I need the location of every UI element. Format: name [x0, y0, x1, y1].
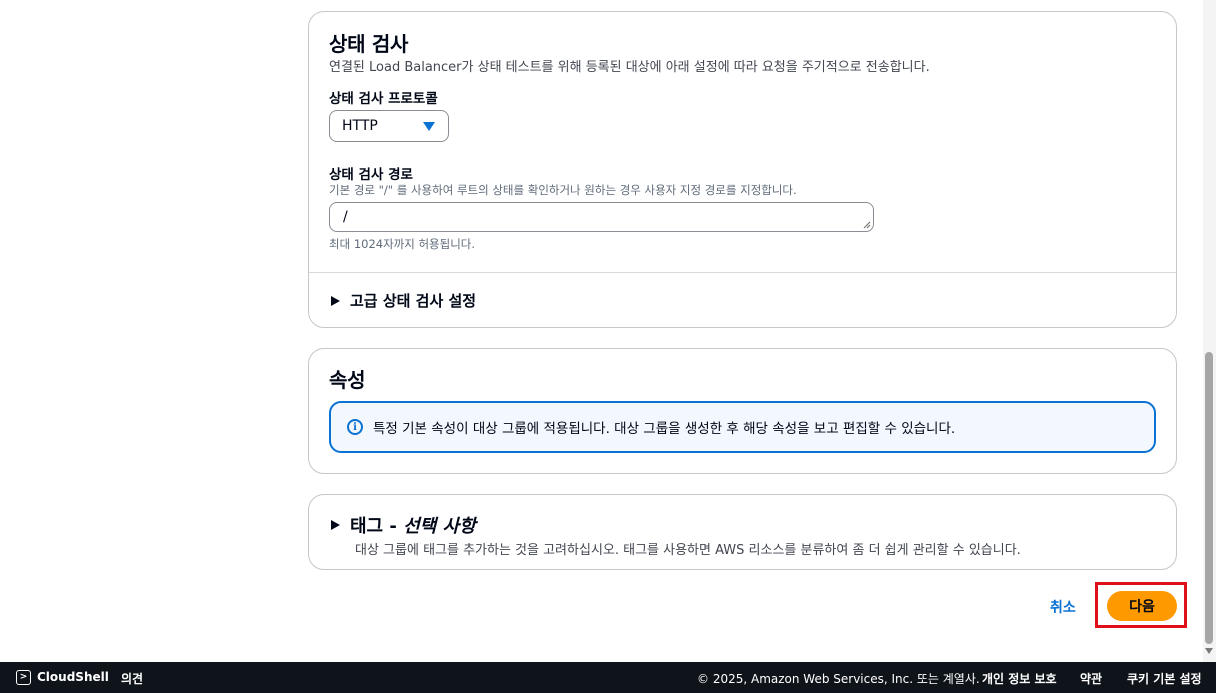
copyright-text: © 2025, Amazon Web Services, Inc. 또는 계열사…: [697, 672, 980, 686]
next-button[interactable]: 다음: [1107, 591, 1177, 621]
health-check-path-input[interactable]: /: [329, 202, 874, 232]
health-check-path-label: 상태 검사 경로: [329, 167, 413, 183]
attributes-title: 속성: [329, 368, 366, 392]
privacy-link[interactable]: 개인 정보 보호: [982, 670, 1057, 687]
info-icon: i: [347, 419, 363, 435]
health-check-title: 상태 검사: [329, 32, 409, 56]
attributes-info-alert: i 특정 기본 속성이 대상 그룹에 적용됩니다. 대상 그룹을 생성한 후 해…: [329, 401, 1156, 453]
feedback-link[interactable]: 의견: [121, 670, 143, 687]
scrollbar-thumb[interactable]: [1205, 352, 1213, 644]
health-check-path-constraint: 최대 1024자까지 허용됩니다.: [329, 237, 476, 251]
advanced-health-check-label: 고급 상태 검사 설정: [350, 292, 477, 310]
caret-right-icon: [331, 295, 340, 306]
terms-link[interactable]: 약관: [1080, 670, 1102, 687]
attributes-info-text: 특정 기본 속성이 대상 그룹에 적용됩니다. 대상 그룹을 생성한 후 해당 …: [373, 421, 956, 437]
health-check-protocol-label: 상태 검사 프로토콜: [329, 91, 438, 107]
cloudshell-link[interactable]: CloudShell: [37, 670, 109, 684]
cookie-preferences-link[interactable]: 쿠키 기본 설정: [1127, 670, 1202, 687]
tags-panel: 태그 - 선택 사항 대상 그룹에 태그를 추가하는 것을 고려하십시오. 태그…: [308, 494, 1177, 570]
tags-description: 대상 그룹에 태그를 추가하는 것을 고려하십시오. 태그를 사용하면 AWS …: [355, 543, 1021, 558]
console-footer: > CloudShell 의견 © 2025, Amazon Web Servi…: [0, 662, 1216, 693]
tags-title: 태그 - 선택 사항: [350, 512, 476, 538]
caret-down-icon: [423, 122, 435, 131]
cancel-button[interactable]: 취소: [1050, 597, 1076, 617]
page-scrollbar[interactable]: [1203, 0, 1216, 662]
attributes-panel: 속성 i 특정 기본 속성이 대상 그룹에 적용됩니다. 대상 그룹을 생성한 …: [308, 348, 1177, 474]
health-check-description: 연결된 Load Balancer가 상태 테스트를 위해 등록된 대상에 아래…: [329, 60, 930, 75]
tags-title-main: 태그 -: [350, 516, 404, 537]
tags-expander[interactable]: 태그 - 선택 사항: [331, 512, 476, 538]
cloudshell-icon[interactable]: >: [16, 670, 31, 685]
health-check-protocol-value: HTTP: [342, 118, 378, 134]
health-check-path-value: /: [343, 209, 348, 225]
tags-title-optional: 선택 사항: [403, 516, 476, 537]
advanced-health-check-expander[interactable]: 고급 상태 검사 설정: [331, 290, 476, 311]
scroll-down-arrow-icon[interactable]: [1205, 648, 1213, 654]
resize-handle-icon[interactable]: [863, 221, 871, 229]
caret-right-icon: [331, 520, 340, 530]
divider: [309, 272, 1176, 273]
health-check-protocol-select[interactable]: HTTP: [329, 110, 449, 142]
health-check-panel: 상태 검사 연결된 Load Balancer가 상태 테스트를 위해 등록된 …: [308, 11, 1177, 328]
health-check-path-description: 기본 경로 "/" 를 사용하여 루트의 상태를 확인하거나 원하는 경우 사용…: [329, 183, 797, 197]
